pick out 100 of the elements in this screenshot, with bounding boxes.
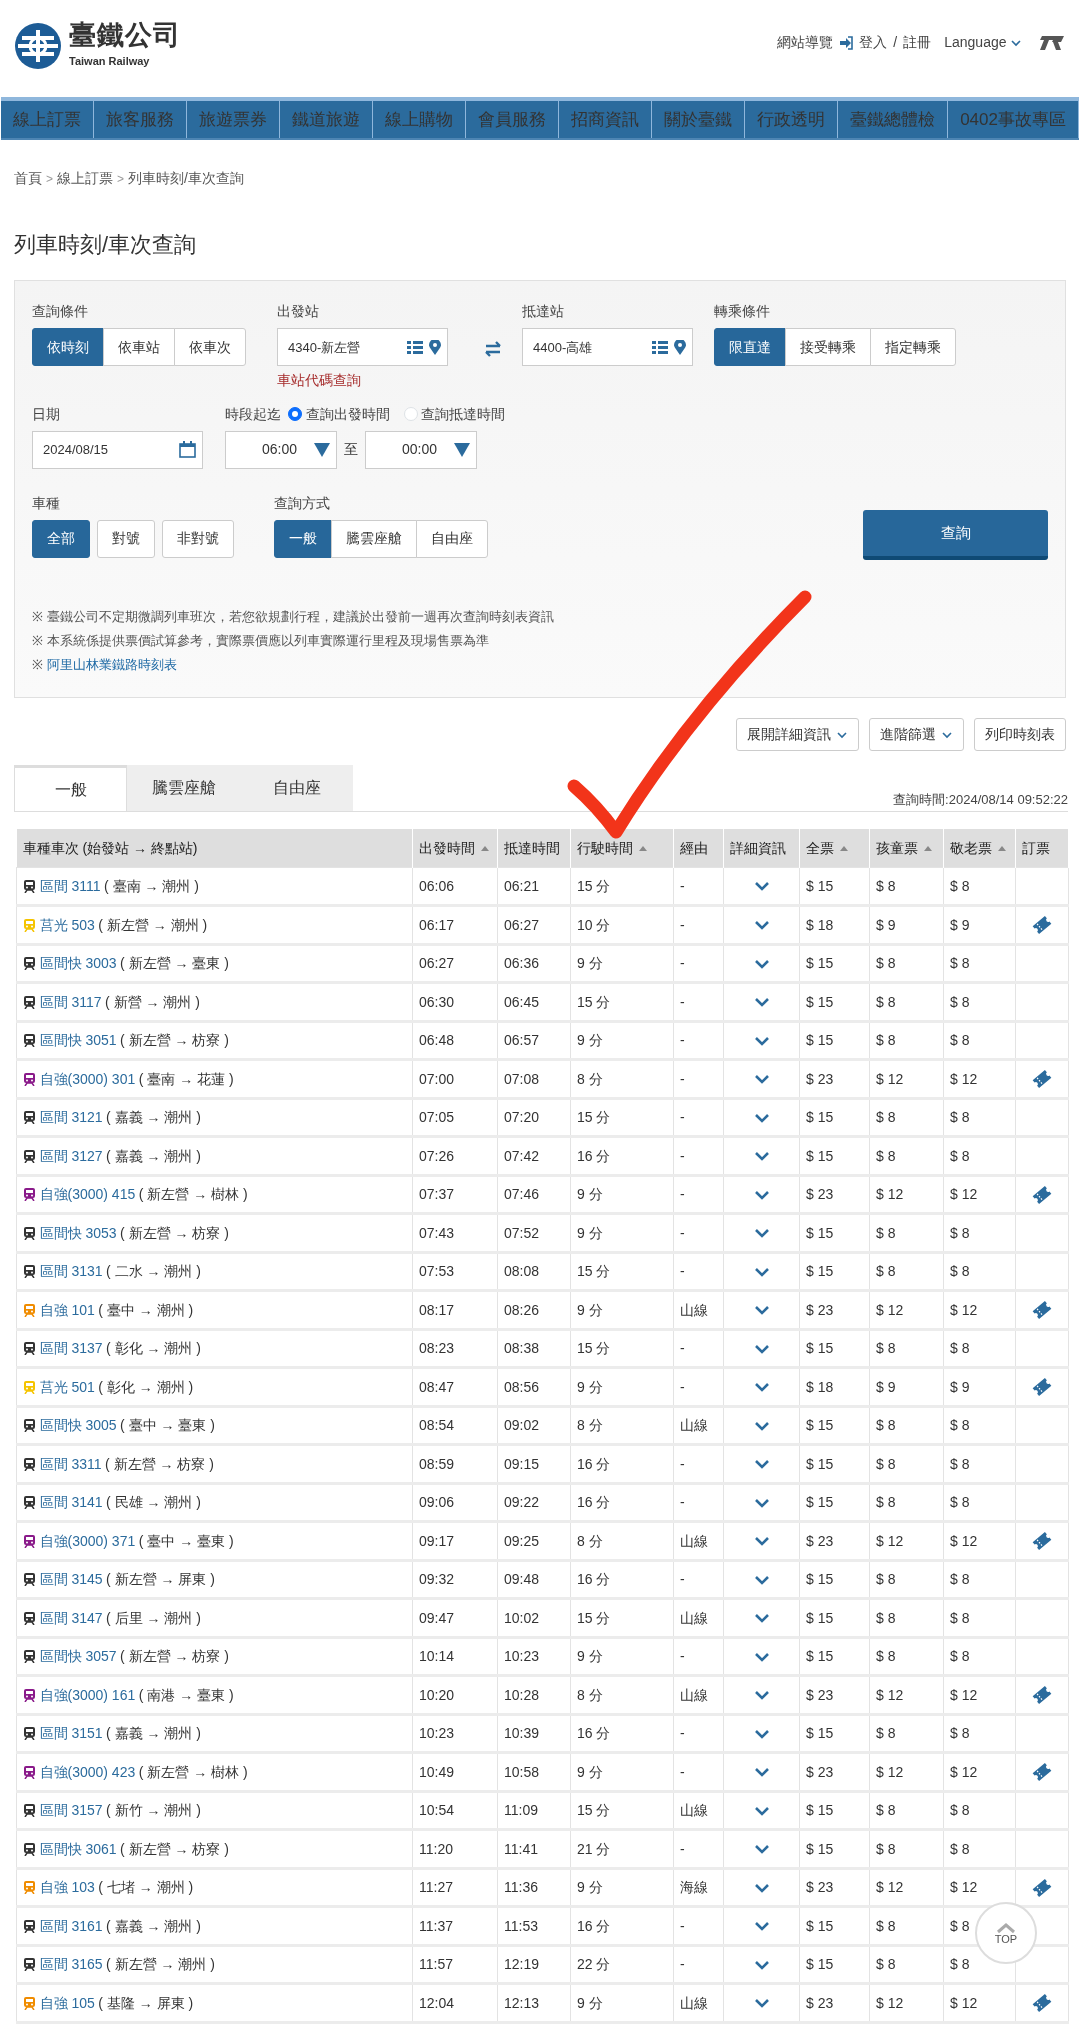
train-link[interactable]: 區間快 3057 (39, 1646, 117, 1668)
sort-icon (924, 846, 932, 852)
train-link[interactable]: 莒光 503 (39, 914, 95, 936)
option-button[interactable]: 非對號 (162, 519, 234, 558)
option-button[interactable]: 自由座 (416, 519, 488, 558)
result-tab[interactable]: 一般 (14, 765, 127, 812)
column-header[interactable]: 行駛時間 (570, 829, 674, 868)
radio-label: 查詢抵達時間 (421, 404, 505, 424)
table-cell: 06:45 (497, 982, 571, 1022)
table-cell: $ 15 (799, 1021, 870, 1060)
train-link[interactable]: 區間 3311 (39, 1453, 102, 1475)
column-header[interactable]: 全票 (799, 829, 870, 868)
train-link[interactable]: 區間快 3053 (39, 1222, 117, 1244)
station-field[interactable]: 4400-高雄 (522, 328, 693, 367)
ticket-icon[interactable] (1031, 1299, 1053, 1322)
chevron-down-icon (754, 1768, 769, 1778)
time-select[interactable]: 06:00 (225, 430, 337, 469)
radio-button[interactable] (288, 407, 302, 422)
train-link[interactable]: 自強(3000) 161 (39, 1684, 136, 1706)
option-button[interactable]: 指定轉乘 (870, 328, 956, 367)
train-link[interactable]: 自強(3000) 423 (39, 1761, 136, 1783)
train-link[interactable]: 自強(3000) 301 (39, 1068, 136, 1090)
note-link[interactable]: 阿里山林業鐵路時刻表 (46, 653, 177, 678)
train-link[interactable]: 自強 105 (39, 1992, 95, 2014)
time-select[interactable]: 00:00 (365, 430, 477, 469)
chevron-down-icon (754, 882, 769, 892)
train-link[interactable]: 區間 3121 (39, 1107, 103, 1129)
table-cell: 山線 (673, 1791, 724, 1830)
option-button[interactable]: 一般 (274, 519, 332, 558)
station-code-link[interactable]: 車站代碼查詢 (277, 369, 361, 391)
train-link[interactable]: 區間 3117 (39, 991, 102, 1013)
table-cell: 8 分 (570, 1675, 674, 1715)
table-cell: 11:20 (412, 1829, 498, 1869)
train-link[interactable]: 區間 3131 (39, 1261, 103, 1283)
train-link[interactable]: 區間 3145 (39, 1569, 103, 1591)
ticket-icon[interactable] (1031, 1684, 1053, 1707)
option-button[interactable]: 依車次 (174, 328, 246, 367)
toolbar-button[interactable]: 列印時刻表 (974, 718, 1066, 752)
date-field[interactable]: 2024/08/15 (32, 430, 203, 469)
ticket-icon[interactable] (1031, 1876, 1053, 1899)
result-tab[interactable]: 自由座 (240, 765, 353, 812)
search-button[interactable]: 查詢 (863, 510, 1048, 561)
language-dropdown[interactable]: Language (944, 32, 1022, 53)
table-cell: 11:41 (497, 1829, 571, 1869)
header-link[interactable]: 註冊 (903, 32, 932, 53)
ticket-icon[interactable] (1031, 1992, 1053, 2015)
option-button[interactable]: 依時刻 (32, 328, 104, 367)
table-cell: $ 8 (869, 1406, 944, 1445)
table-cell: $ 12 (943, 1521, 1016, 1561)
table-cell: 11:37 (412, 1906, 498, 1946)
option-button[interactable]: 騰雲座艙 (331, 519, 417, 558)
ticket-icon[interactable] (1031, 1530, 1053, 1553)
breadcrumb-item[interactable]: 線上訂票 (57, 168, 113, 189)
train-link[interactable]: 區間 3161 (39, 1915, 103, 1937)
table-cell: $ 12 (943, 1675, 1016, 1715)
ticket-icon[interactable] (1031, 1761, 1053, 1784)
option-button[interactable]: 接受轉乘 (785, 328, 871, 367)
option-button[interactable]: 全部 (32, 519, 90, 558)
breadcrumb-item[interactable]: 首頁 (14, 168, 42, 189)
train-link[interactable]: 區間 3157 (39, 1800, 103, 1822)
train-link[interactable]: 區間快 3061 (39, 1838, 117, 1860)
train-link[interactable]: 區間 3127 (39, 1145, 103, 1167)
station-field[interactable]: 4340-新左營 (277, 328, 448, 367)
train-link[interactable]: 區間 3151 (39, 1723, 103, 1745)
ticket-icon[interactable] (1031, 914, 1053, 937)
train-link[interactable]: 區間 3147 (39, 1607, 103, 1629)
result-tab[interactable]: 騰雲座艙 (127, 765, 240, 812)
train-link[interactable]: 區間 3165 (39, 1954, 103, 1976)
train-link[interactable]: 區間 3111 (39, 875, 101, 897)
option-button[interactable]: 對號 (97, 519, 155, 558)
train-link[interactable]: 區間快 3003 (39, 953, 117, 975)
table-cell: 08:56 (497, 1367, 571, 1407)
option-button[interactable]: 限直達 (714, 328, 786, 367)
train-link[interactable]: 區間快 3051 (39, 1030, 117, 1052)
train-link[interactable]: 區間 3141 (39, 1492, 103, 1514)
option-button[interactable]: 依車站 (103, 328, 175, 367)
table-cell: 11:09 (497, 1791, 571, 1830)
train-link[interactable]: 區間 3137 (39, 1338, 103, 1360)
train-link[interactable]: 莒光 501 (39, 1376, 95, 1398)
table-cell: $ 9 (869, 1367, 944, 1407)
table-cell: 11:57 (412, 1945, 498, 1984)
column-header[interactable]: 敬老票 (943, 829, 1016, 868)
column-header[interactable]: 出發時間 (412, 829, 498, 868)
header-link[interactable]: 網站導覽 (777, 32, 834, 53)
toolbar-button[interactable]: 進階篩選 (869, 718, 964, 752)
ticket-icon[interactable] (1031, 1068, 1053, 1091)
train-link[interactable]: 自強 103 (39, 1877, 95, 1899)
back-to-top-button[interactable]: TOP (975, 1902, 1037, 1964)
caret-icon (836, 729, 848, 740)
ticket-icon[interactable] (1031, 1183, 1053, 1206)
table-cell: 15 分 (570, 867, 674, 906)
train-link[interactable]: 自強(3000) 371 (39, 1530, 136, 1552)
train-link[interactable]: 自強 101 (39, 1299, 95, 1321)
table-cell: - (673, 1175, 724, 1214)
train-link[interactable]: 區間快 3005 (39, 1415, 117, 1437)
column-header[interactable]: 孩童票 (869, 829, 944, 868)
ticket-icon[interactable] (1031, 1376, 1053, 1399)
toolbar-button[interactable]: 展開詳細資訊 (736, 718, 859, 752)
login-link[interactable]: 登入 (859, 32, 888, 53)
train-link[interactable]: 自強(3000) 415 (39, 1184, 136, 1206)
